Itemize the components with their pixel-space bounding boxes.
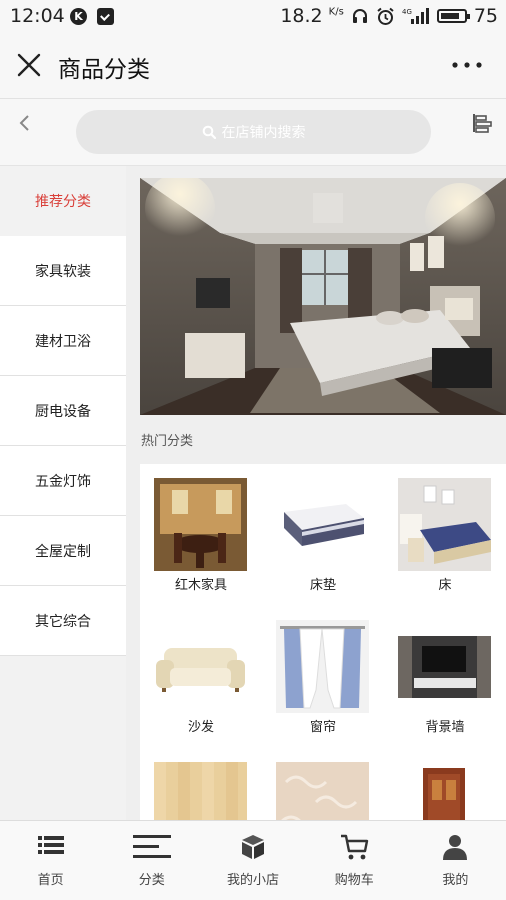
tab-label: 购物车 [334, 873, 374, 888]
sidebar-item-hardware-lighting[interactable]: 五金灯饰 [0, 446, 126, 516]
close-icon[interactable] [12, 48, 46, 82]
more-options-icon[interactable] [450, 54, 484, 76]
sidebar-item-recommended[interactable]: 推荐分类 [0, 166, 126, 236]
tv-wall-image [398, 620, 491, 713]
page-title: 商品分类 [58, 57, 150, 83]
category-tv-wall[interactable]: 背景墙 [384, 606, 506, 748]
signal-icon: 4G [402, 8, 429, 24]
tab-me[interactable]: 我的 [405, 821, 506, 900]
sidebar-item-kitchen-appliances[interactable]: 厨电设备 [0, 376, 126, 446]
notification-icon [97, 8, 114, 25]
cart-icon [341, 834, 369, 860]
search-row: 在店铺内搜索 [0, 99, 506, 166]
category-label: 床垫 [309, 578, 336, 593]
status-time: 12:04 [10, 5, 65, 27]
svg-text:4G: 4G [402, 8, 412, 16]
tab-category[interactable]: 分类 [101, 821, 202, 900]
sidebar-item-label: 建材卫浴 [35, 333, 91, 350]
person-icon [443, 835, 468, 860]
sidebar-item-building-bath[interactable]: 建材卫浴 [0, 306, 126, 376]
tab-label: 分类 [138, 873, 165, 888]
tab-cart[interactable]: 购物车 [304, 821, 405, 900]
sidebar-item-whole-house-custom[interactable]: 全屋定制 [0, 516, 126, 586]
alarm-icon [377, 7, 394, 25]
search-placeholder: 在店铺内搜索 [221, 125, 306, 141]
tab-label: 我的 [442, 873, 469, 888]
battery-icon [436, 9, 470, 23]
hot-categories-title: 热门分类 [141, 434, 194, 449]
category-mattress[interactable]: 床垫 [262, 464, 384, 606]
headphones-icon [352, 9, 367, 23]
category-door[interactable] [384, 748, 506, 821]
category-mahogany-furniture[interactable]: 红木家具 [140, 464, 262, 606]
chevron-left-icon[interactable] [14, 111, 36, 135]
status-bar: 12:04 K 18.2 K/s 4G 75 [0, 0, 506, 32]
wood-floor-image [154, 762, 247, 821]
box-icon [242, 835, 264, 859]
bed-image [398, 478, 491, 571]
main-content: 热门分类 红木家具 床垫 床 沙发 窗帘 背景墙 [126, 166, 506, 821]
sidebar-item-label: 厨电设备 [35, 403, 91, 420]
category-label: 背景墙 [425, 720, 465, 735]
tab-my-shop[interactable]: 我的小店 [202, 821, 303, 900]
bottom-tab-bar: 首页 分类 我的小店 购物车 我的 [0, 820, 506, 900]
hot-categories-grid: 红木家具 床垫 床 沙发 窗帘 背景墙 [140, 464, 506, 821]
mattress-image [276, 478, 369, 571]
sofa-image [154, 620, 247, 713]
search-icon [202, 125, 216, 139]
list-icon [37, 836, 64, 854]
sidebar-item-label: 推荐分类 [35, 194, 91, 210]
battery-level: 75 [473, 5, 498, 27]
tab-home[interactable]: 首页 [0, 821, 101, 900]
header-bar: 商品分类 [0, 32, 506, 99]
sidebar-item-label: 其它综合 [35, 613, 91, 630]
curtain-image [276, 620, 369, 713]
sidebar-item-others[interactable]: 其它综合 [0, 586, 126, 656]
sidebar-item-label: 家具软装 [35, 263, 91, 280]
sidebar-item-label: 五金灯饰 [35, 473, 91, 490]
wallpaper-image [276, 762, 369, 821]
status-right: 18.2 K/s 4G 75 [280, 5, 498, 27]
tab-label: 我的小店 [227, 873, 280, 888]
category-wood-floor[interactable] [140, 748, 262, 821]
search-input[interactable]: 在店铺内搜索 [76, 110, 431, 154]
k-app-icon: K [70, 8, 87, 25]
category-label: 窗帘 [309, 720, 336, 735]
mahogany-furniture-image [154, 478, 247, 571]
menu-icon [132, 835, 171, 858]
category-sidebar: 推荐分类 家具软装 建材卫浴 厨电设备 五金灯饰 全屋定制 其它综合 [0, 166, 126, 821]
sidebar-item-label: 全屋定制 [35, 543, 91, 560]
sidebar-item-furniture[interactable]: 家具软装 [0, 236, 126, 306]
category-wallpaper[interactable] [262, 748, 384, 821]
category-curtain[interactable]: 窗帘 [262, 606, 384, 748]
category-bed[interactable]: 床 [384, 464, 506, 606]
door-image [398, 762, 491, 821]
category-label: 红木家具 [174, 578, 227, 593]
bedroom-banner-image[interactable] [140, 178, 506, 415]
network-speed: 18.2 K/s [280, 5, 344, 27]
tab-label: 首页 [37, 873, 64, 888]
layout-toggle-icon[interactable] [470, 111, 494, 135]
category-sofa[interactable]: 沙发 [140, 606, 262, 748]
category-label: 沙发 [187, 720, 214, 735]
category-label: 床 [438, 578, 452, 593]
